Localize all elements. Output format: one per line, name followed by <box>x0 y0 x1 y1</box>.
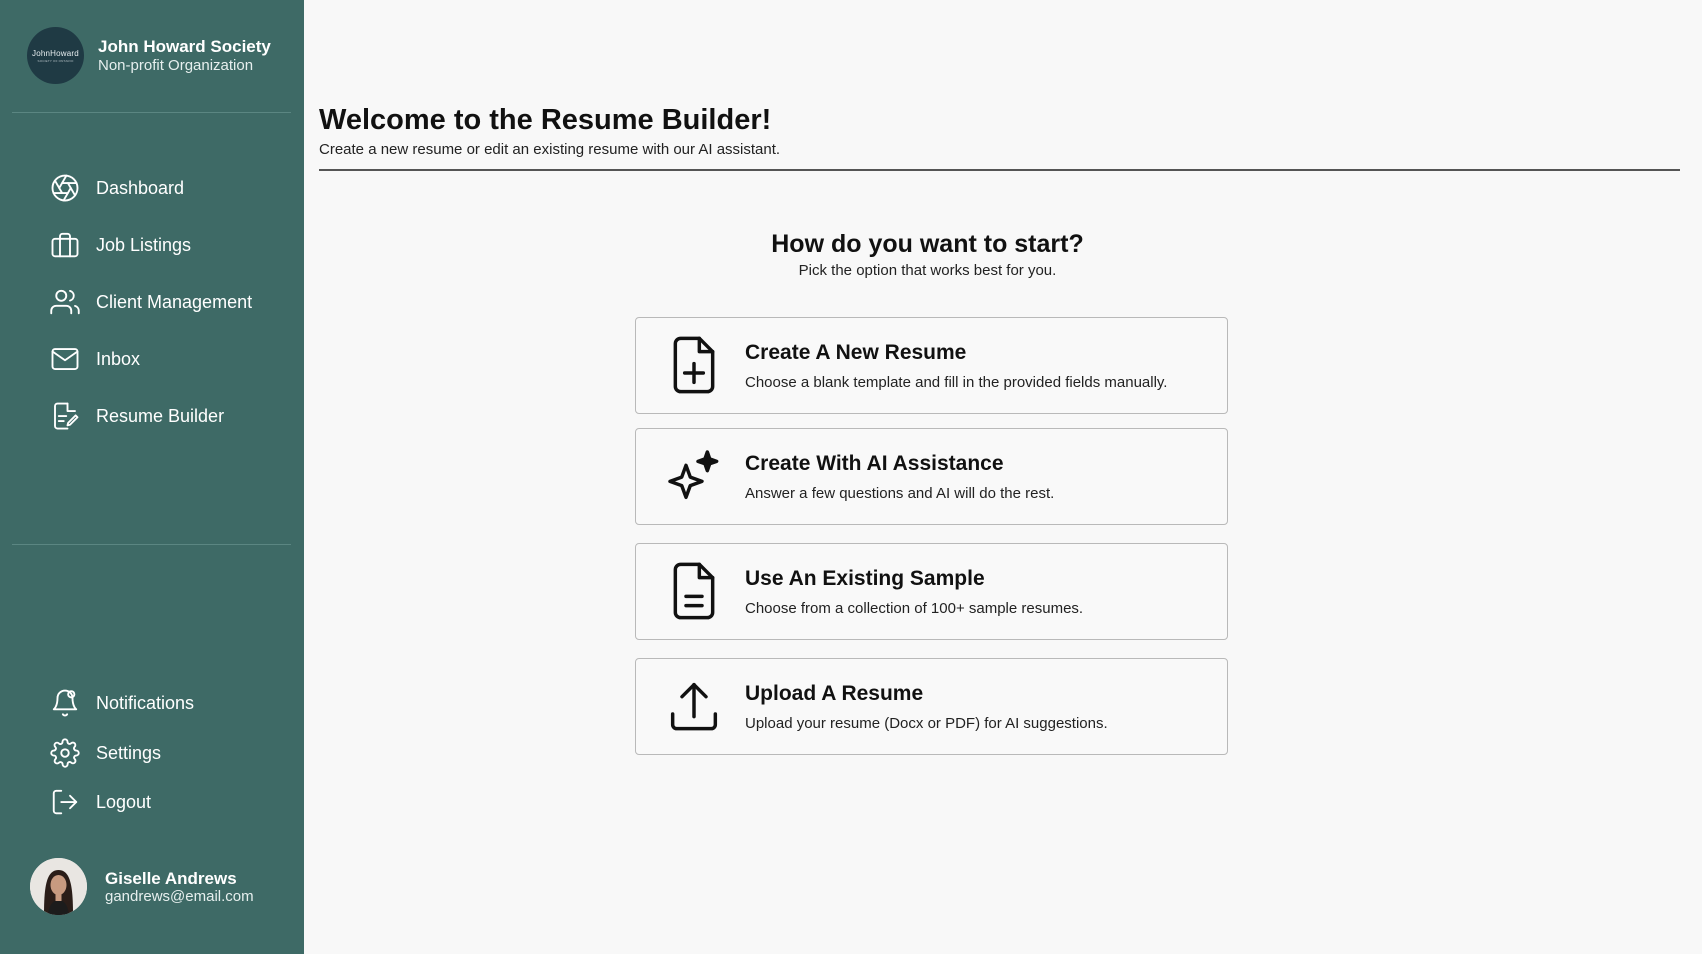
sidebar-item-settings[interactable]: Settings <box>50 737 161 769</box>
option-title: Create A New Resume <box>745 341 967 364</box>
sidebar-item-job-listings[interactable]: Job Listings <box>50 229 191 261</box>
page-title: Welcome to the Resume Builder! <box>319 104 772 136</box>
logout-icon <box>52 789 78 815</box>
user-email: gandrews@email.com <box>105 887 254 905</box>
avatar-portrait-icon <box>30 858 87 915</box>
aperture-icon <box>51 174 79 202</box>
option-title: Use An Existing Sample <box>745 567 985 590</box>
option-description: Upload your resume (Docx or PDF) for AI … <box>745 715 1108 732</box>
sidebar-item-label: Resume Builder <box>96 405 225 426</box>
users-icon <box>50 289 80 315</box>
option-use-existing-sample[interactable]: Use An Existing Sample Choose from a col… <box>635 543 1228 640</box>
sidebar-divider <box>12 112 291 113</box>
option-title: Upload A Resume <box>745 682 924 705</box>
option-create-new-resume[interactable]: Create A New Resume Choose a blank templ… <box>635 317 1228 414</box>
sidebar-item-label: Client Management <box>96 291 253 312</box>
user-profile[interactable]: Giselle Andrews gandrews@email.com <box>30 858 254 915</box>
sidebar-item-label: Dashboard <box>96 177 185 198</box>
upload-icon <box>670 682 718 731</box>
section-subtitle: Pick the option that works best for you. <box>798 262 1057 279</box>
sidebar-item-resume-builder[interactable]: Resume Builder <box>50 400 224 432</box>
sidebar-item-inbox[interactable]: Inbox <box>50 343 140 375</box>
user-name: Giselle Andrews <box>105 868 237 888</box>
sidebar-item-dashboard[interactable]: Dashboard <box>50 172 184 204</box>
option-description: Choose from a collection of 100+ sample … <box>745 600 1084 617</box>
sidebar-item-label: Logout <box>96 791 152 812</box>
sidebar-item-notifications[interactable]: Notifications <box>50 687 194 719</box>
logo-text: JohnHoward <box>32 48 79 58</box>
sidebar-item-client-management[interactable]: Client Management <box>50 286 252 318</box>
sidebar-item-label: Notifications <box>96 692 195 713</box>
organization-logo: JohnHoward SOCIETY OF ONTARIO <box>27 27 84 84</box>
sidebar-item-label: Settings <box>96 742 162 763</box>
bell-icon <box>52 689 78 717</box>
option-description: Answer a few questions and AI will do th… <box>745 485 1055 502</box>
logo-subtext: SOCIETY OF ONTARIO <box>37 58 74 63</box>
document-edit-icon <box>54 402 79 430</box>
sidebar: JohnHoward SOCIETY OF ONTARIO John Howar… <box>0 0 304 954</box>
option-title: Create With AI Assistance <box>745 452 1004 475</box>
organization-type: Non-profit Organization <box>98 56 254 74</box>
section-title: How do you want to start? <box>771 230 1084 258</box>
option-upload-resume[interactable]: Upload A Resume Upload your resume (Docx… <box>635 658 1228 755</box>
sidebar-item-label: Inbox <box>96 348 141 369</box>
avatar <box>30 858 87 915</box>
sidebar-divider <box>12 544 291 545</box>
option-create-with-ai[interactable]: Create With AI Assistance Answer a few q… <box>635 428 1228 525</box>
sidebar-item-label: Job Listings <box>96 234 192 255</box>
briefcase-icon <box>51 232 79 258</box>
page-subtitle: Create a new resume or edit an existing … <box>319 141 781 158</box>
title-divider <box>319 169 1680 171</box>
file-text-icon <box>673 562 715 620</box>
brand: JohnHoward SOCIETY OF ONTARIO John Howar… <box>27 27 271 84</box>
sparkles-icon <box>668 450 719 500</box>
organization-name: John Howard Society <box>98 36 271 56</box>
mail-icon <box>51 348 79 370</box>
gear-icon <box>50 738 80 768</box>
sidebar-item-logout[interactable]: Logout <box>50 786 151 818</box>
file-plus-icon <box>673 336 715 394</box>
option-description: Choose a blank template and fill in the … <box>745 374 1168 391</box>
